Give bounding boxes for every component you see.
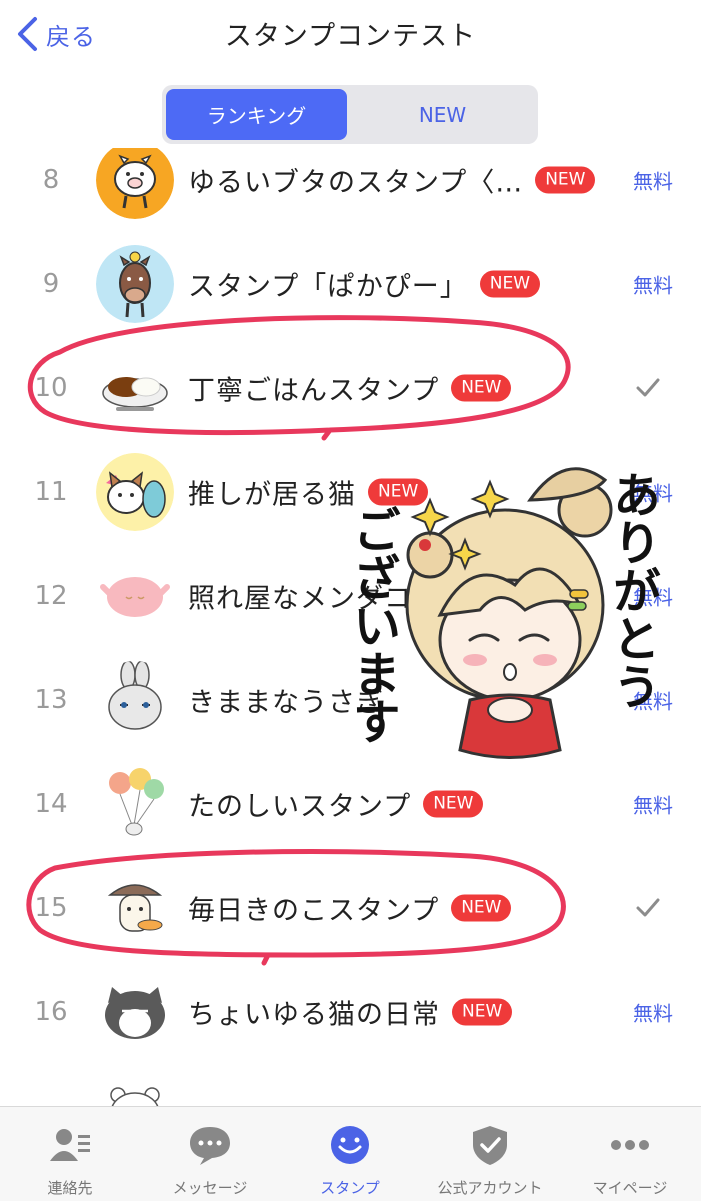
tab-ranking[interactable]: ランキング [166,89,347,140]
tab-messages[interactable]: メッセージ [140,1107,280,1201]
sticker-name: スタンプ「ぱかぴー」 [188,271,468,303]
shield-check-icon [473,1126,507,1165]
new-badge: NEW [452,998,513,1026]
new-badge: NEW [535,166,596,194]
cat-icon [96,973,174,1051]
mushroom-icon [96,869,174,947]
sticker-name: ちょいゆる猫の日常 [188,999,440,1031]
free-button[interactable]: 無料 [633,478,673,507]
contacts-icon [50,1129,90,1161]
check-icon [636,378,660,397]
pig-icon [96,148,174,219]
tab-stickers[interactable]: スタンプ [280,1107,420,1201]
rank-number: 14 [34,789,68,819]
rank-number: 8 [42,165,60,195]
sticker-name: たのしいスタンプ [188,791,412,823]
new-badge: NEW [423,790,484,818]
sticker-name: 丁寧ごはんスタンプ [188,375,440,407]
rank-number: 11 [34,477,68,507]
check-icon [636,898,660,917]
list-item[interactable]: 11 推しが居る猫 NEW 無料 [0,440,701,544]
new-badge: NEW [451,894,512,922]
more-dots-icon [611,1140,649,1150]
rank-number: 9 [42,269,60,299]
list-item[interactable]: 9 スタンプ「ぱかぴー」 NEW 無料 [0,232,701,336]
bottom-tab-bar: 連絡先 メッセージ スタンプ 公式アカウント マイページ [0,1106,701,1201]
page-title: スタンプコンテスト [224,21,477,52]
tab-contacts[interactable]: 連絡先 [0,1107,140,1201]
balloons-icon [96,765,174,843]
segmented-control: ランキング NEW [162,85,538,144]
cat-icon [96,453,174,531]
tab-my-page[interactable]: マイページ [560,1107,700,1201]
sticker-name: 推しが居る猫 [188,479,356,511]
list-item[interactable]: 10 丁寧ごはんスタンプ NEW [0,336,701,440]
free-button[interactable]: 無料 [633,998,673,1027]
ranking-list: 8 ゆるいブタのスタンプ〈… NEW 無料 9 スタンプ「ぱかぴー」 NEW 無… [0,148,701,1106]
header: 戻る スタンプコンテスト [0,0,701,70]
free-button[interactable]: 無料 [633,790,673,819]
sticker-name: 照れ屋なメンダコ [188,583,412,615]
tab-official-accounts[interactable]: 公式アカウント [420,1107,560,1201]
free-button[interactable]: 無料 [633,270,673,299]
tab-label: 連絡先 [47,1179,93,1197]
tab-label: メッセージ [172,1179,248,1197]
list-item[interactable]: 15 毎日きのこスタンプ NEW [0,856,701,960]
rank-number: 12 [34,581,68,611]
rabbit-icon [96,661,174,739]
list-item[interactable]: 16 ちょいゆる猫の日常 NEW 無料 [0,960,701,1064]
list-item[interactable]: 12 照れ屋なメンダコ 無料 [0,544,701,648]
free-button[interactable]: 無料 [633,686,673,715]
list-item[interactable]: 14 たのしいスタンプ NEW 無料 [0,752,701,856]
rank-number: 16 [34,997,68,1027]
sticker-smile-icon [331,1126,369,1164]
octopus-icon [96,557,174,635]
new-badge: NEW [479,270,541,298]
free-button[interactable]: 無料 [633,582,673,611]
tab-label: マイページ [592,1179,668,1197]
curry-icon [96,349,174,427]
tab-label: スタンプ [320,1179,380,1197]
list-item[interactable]: 8 ゆるいブタのスタンプ〈… NEW 無料 [0,148,701,232]
horse-icon [96,245,174,323]
sticker-name: きままなうさぎ [188,687,384,719]
sticker-name: ゆるいブタのスタンプ〈… [188,167,524,199]
rank-number: 10 [34,373,68,403]
tab-label: 公式アカウント [437,1179,543,1197]
list-item[interactable] [0,1064,701,1106]
list-item[interactable]: 13 きままなうさぎ 無料 [0,648,701,752]
new-badge: NEW [451,374,512,402]
new-badge: NEW [368,478,429,506]
rank-number: 13 [34,685,68,715]
free-button[interactable]: 無料 [633,166,673,195]
sticker-name: 毎日きのこスタンプ [188,895,440,927]
rank-number: 15 [34,893,68,923]
bear-icon [96,1077,174,1106]
message-icon [190,1127,230,1165]
tab-new[interactable]: NEW [351,89,534,140]
